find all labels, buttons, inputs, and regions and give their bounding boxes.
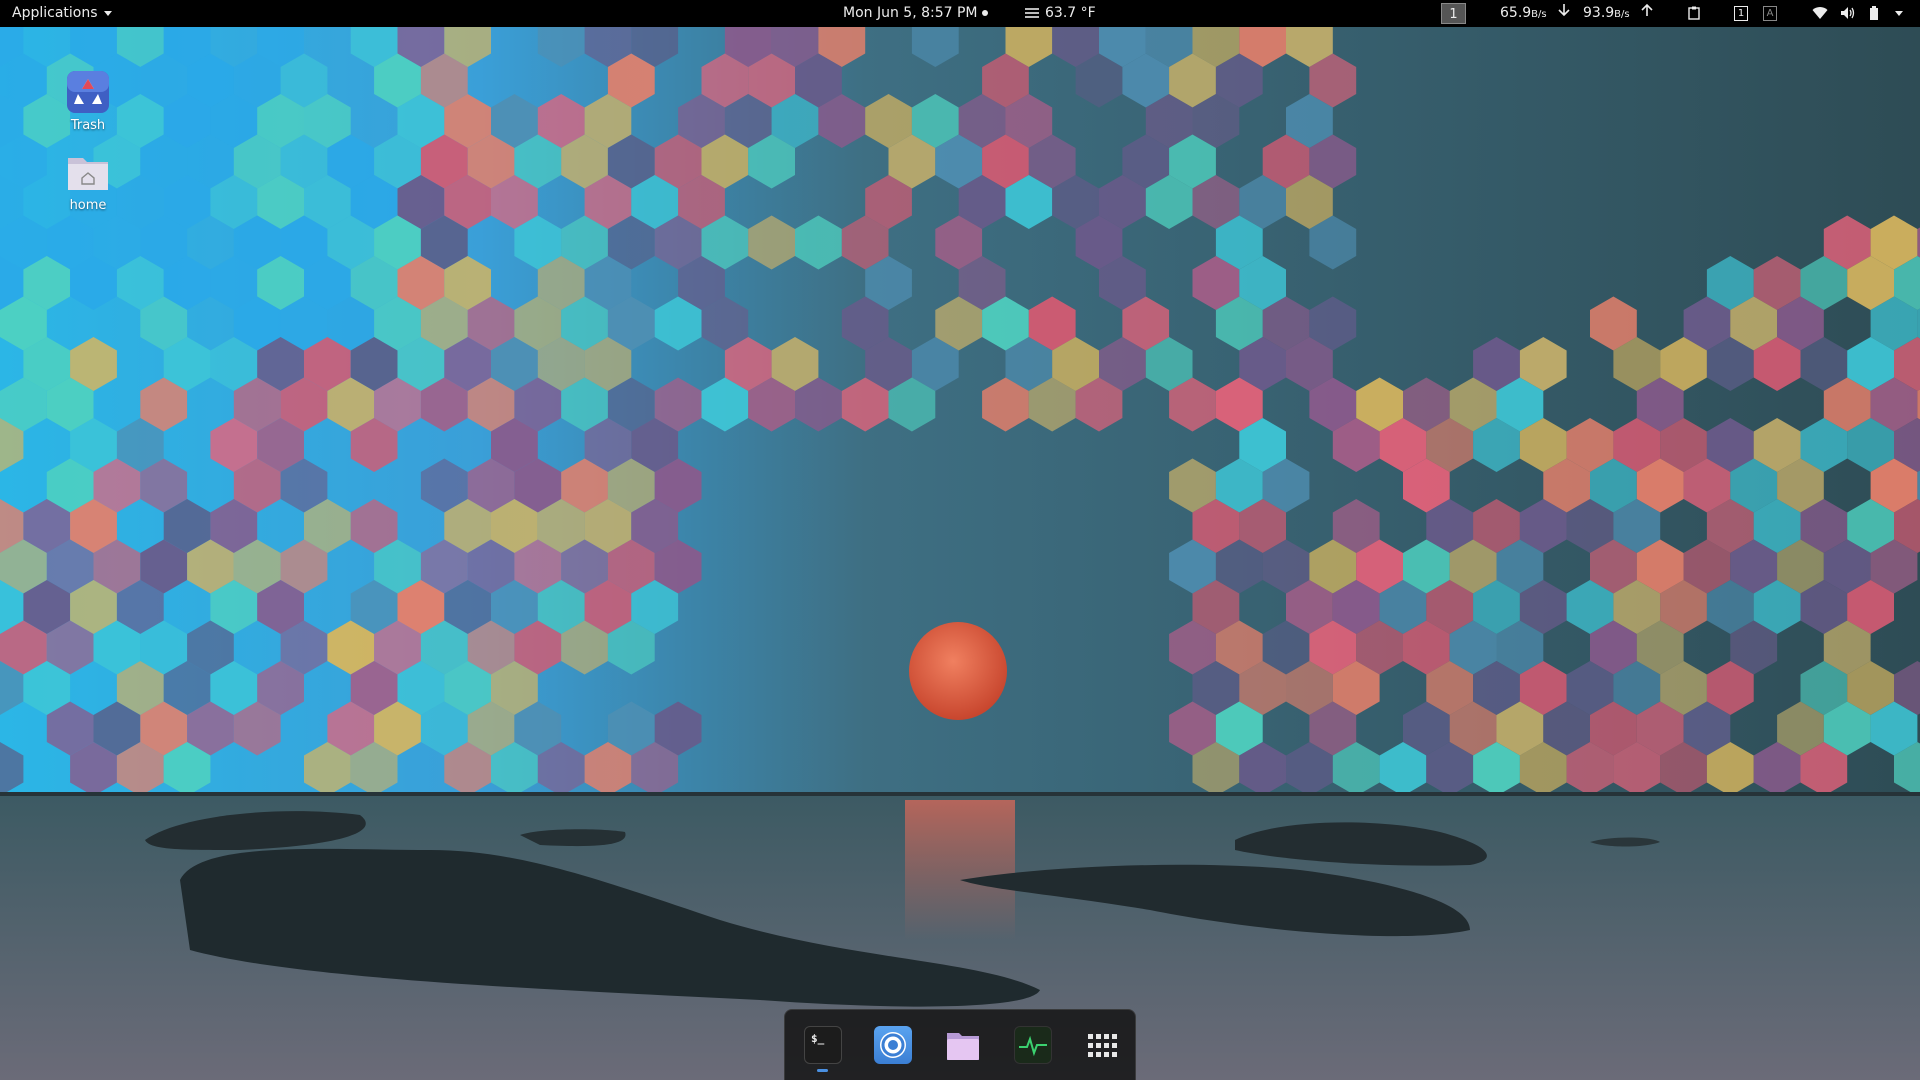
workspace-indicator[interactable]: 1	[1441, 3, 1466, 24]
dock-chromium-button[interactable]	[874, 1026, 912, 1064]
applications-label: Applications	[12, 5, 98, 21]
keyboard-indicator-icon[interactable]: 1	[1734, 0, 1748, 27]
applications-menu[interactable]: Applications	[12, 0, 112, 27]
desktop[interactable]: Applications Mon Jun 5, 8:57 PM 63.7 °F …	[0, 0, 1920, 1080]
battery-icon[interactable]	[1869, 0, 1879, 27]
arrow-up-icon	[1641, 0, 1653, 27]
top-bar: Applications Mon Jun 5, 8:57 PM 63.7 °F …	[0, 0, 1920, 27]
dock-files-button[interactable]	[944, 1026, 982, 1064]
weather-fog-icon	[1025, 8, 1039, 18]
wifi-icon[interactable]	[1812, 0, 1828, 27]
desktop-icon-trash[interactable]: Trash	[43, 70, 133, 133]
net-download-value: 65.9	[1500, 5, 1532, 21]
net-upload-value: 93.9	[1583, 5, 1615, 21]
net-download-unit: B/s	[1531, 9, 1547, 20]
net-download-rate: 65.9B/s	[1500, 0, 1547, 27]
weather-indicator[interactable]: 63.7 °F	[1025, 0, 1096, 27]
dock: $_	[784, 1009, 1136, 1080]
net-upload-unit: B/s	[1614, 9, 1630, 20]
chromium-icon	[880, 1032, 906, 1058]
wallpaper	[0, 0, 1920, 1080]
volume-icon[interactable]	[1840, 0, 1856, 27]
running-indicator	[817, 1069, 828, 1072]
clock[interactable]: Mon Jun 5, 8:57 PM	[843, 0, 988, 27]
net-upload-rate: 93.9B/s	[1583, 0, 1630, 27]
system-menu-caret-icon[interactable]	[1895, 0, 1903, 27]
dock-terminal-button[interactable]: $_	[804, 1026, 842, 1064]
input-method-text: A	[1763, 5, 1777, 21]
desktop-icon-label: home	[69, 198, 107, 213]
desktop-icon-label: Trash	[70, 118, 106, 133]
notification-dot-icon	[981, 10, 988, 16]
app-grid-icon	[1088, 1034, 1117, 1057]
recycle-trash-icon	[66, 70, 110, 114]
dock-show-applications-button[interactable]	[1084, 1026, 1122, 1064]
home-folder-icon	[66, 150, 110, 194]
input-method-icon[interactable]: A	[1763, 0, 1777, 27]
clock-text: Mon Jun 5, 8:57 PM	[843, 5, 978, 21]
clipboard-icon[interactable]	[1688, 0, 1700, 27]
system-monitor-icon	[1019, 1035, 1047, 1057]
terminal-icon: $_	[811, 1032, 825, 1045]
files-folder-icon	[947, 1033, 979, 1060]
caret-down-icon	[103, 10, 112, 16]
weather-temperature: 63.7 °F	[1045, 5, 1096, 21]
keyboard-indicator-text: 1	[1734, 5, 1748, 21]
dock-system-monitor-button[interactable]	[1014, 1026, 1052, 1064]
desktop-icon-home[interactable]: home	[43, 150, 133, 213]
arrow-down-icon	[1558, 0, 1570, 27]
